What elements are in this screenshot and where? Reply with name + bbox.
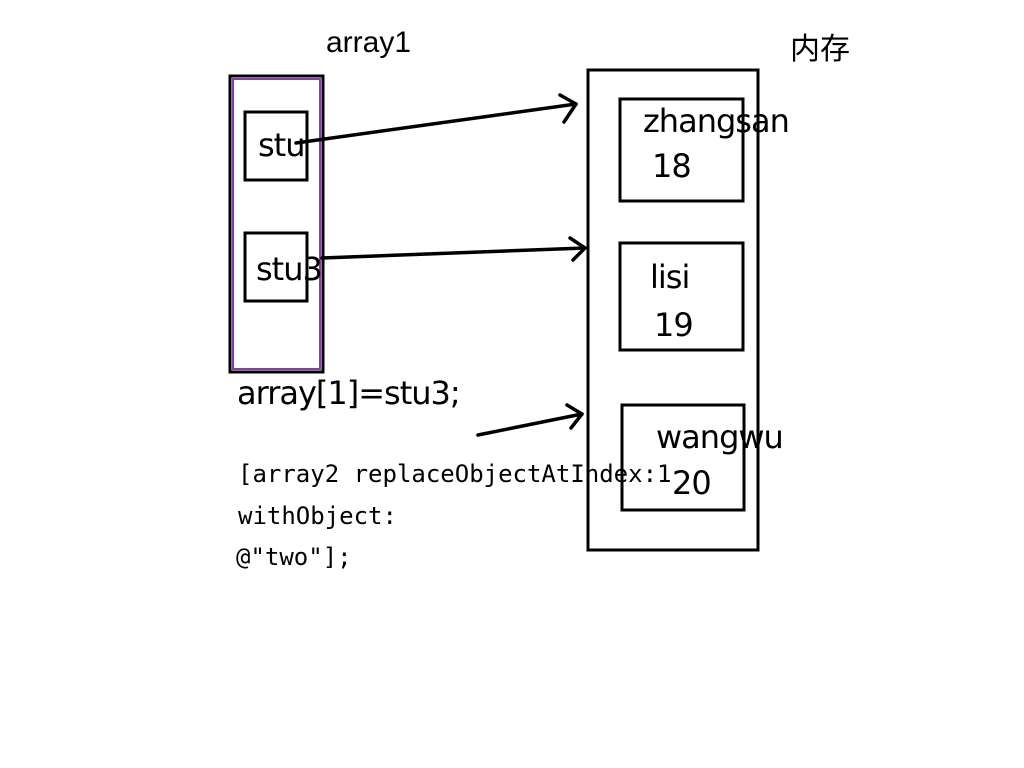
arrow-stu-to-zhangsan: [294, 93, 578, 145]
memory-diagram: array1 内存 stu stu3 zhangsan 18 lisi 19 w…: [0, 0, 1024, 768]
diagram-canvas: [228, 68, 760, 552]
assignment-statement: array[1]=stu3;: [237, 374, 461, 412]
code-line-1: [array2 replaceObjectAtIndex:1: [238, 460, 672, 488]
object-age-lisi: 19: [654, 306, 694, 344]
memory-title: 内存: [790, 33, 850, 66]
object-age-wangwu: 20: [672, 464, 712, 502]
object-age-zhangsan: 18: [652, 147, 692, 185]
array-cell-label-stu3: stu3: [256, 250, 323, 288]
arrow-to-wangwu: [476, 403, 584, 437]
code-line-3: @"two"];: [236, 543, 352, 571]
object-name-wangwu: wangwu: [656, 418, 784, 456]
array-cell-label-stu: stu: [258, 126, 305, 164]
object-name-zhangsan: zhangsan: [643, 102, 790, 140]
arrow-stu3-to-lisi: [320, 236, 587, 262]
array1-title: array1: [326, 26, 412, 59]
object-name-lisi: lisi: [650, 258, 690, 296]
code-line-2: withObject:: [238, 502, 397, 530]
